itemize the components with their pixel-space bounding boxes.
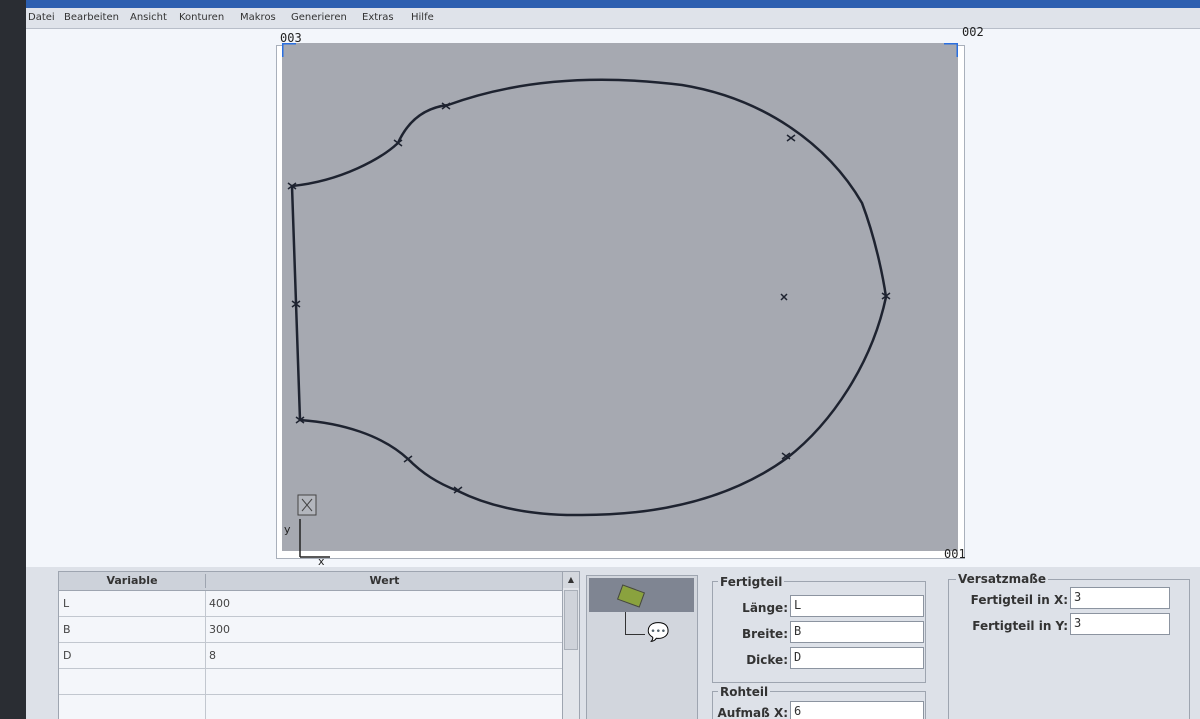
monitor-bezel xyxy=(0,0,26,719)
comment-bubble-icon[interactable]: 💬 xyxy=(647,622,669,643)
contour-outline[interactable] xyxy=(290,78,888,517)
menu-datei[interactable]: Datei xyxy=(28,12,55,23)
variable-value[interactable]: 8 xyxy=(209,649,216,662)
variable-name: B xyxy=(63,623,71,636)
tree-connector xyxy=(625,612,626,634)
column-header-wert[interactable]: Wert xyxy=(206,574,563,587)
menu-ansicht[interactable]: Ansicht xyxy=(130,12,167,23)
variable-value[interactable]: 300 xyxy=(209,623,230,636)
table-row[interactable]: D 8 xyxy=(59,643,563,669)
part-tree: 💬 xyxy=(586,575,698,719)
variable-name: D xyxy=(63,649,72,662)
variable-value[interactable]: 400 xyxy=(209,597,230,610)
versatz-x-input[interactable]: 3 xyxy=(1070,587,1170,609)
menu-makros[interactable]: Makros xyxy=(240,12,276,23)
variable-name: L xyxy=(63,597,70,610)
vertex-marker[interactable] xyxy=(403,455,413,463)
corner-marker-top-right xyxy=(944,43,958,57)
variables-table: Variable Wert L 400 B 300 D 8 xyxy=(58,571,564,719)
laenge-input[interactable]: L xyxy=(790,595,924,617)
table-scrollbar[interactable]: ▲ xyxy=(562,571,580,719)
origin-axes xyxy=(297,494,330,558)
menu-bar: Datei Bearbeiten Ansicht Konturen Makros… xyxy=(26,8,1200,29)
breite-input[interactable]: B xyxy=(790,621,924,643)
dicke-label: Dicke: xyxy=(746,653,788,667)
table-row[interactable] xyxy=(59,669,563,695)
table-row[interactable]: L 400 xyxy=(59,591,563,617)
title-bar xyxy=(26,0,1200,8)
properties-area: Variable Wert L 400 B 300 D 8 ▲ 💬 Fertig… xyxy=(26,567,1200,719)
scroll-thumb[interactable] xyxy=(564,590,578,650)
table-header: Variable Wert xyxy=(59,572,563,591)
versatz-x-label: Fertigteil in X: xyxy=(970,593,1068,607)
versatz-y-input[interactable]: 3 xyxy=(1070,613,1170,635)
menu-hilfe[interactable]: Hilfe xyxy=(411,12,434,23)
tree-item-part-selected[interactable] xyxy=(589,578,694,612)
drawing-workspace: 003 002 001 y x xyxy=(26,25,1200,568)
versatz-y-label: Fertigteil in Y: xyxy=(972,619,1068,633)
aufmass-x-input[interactable]: 6 xyxy=(790,701,924,719)
part-icon xyxy=(616,584,646,608)
contour-drawing xyxy=(282,43,958,517)
aufmass-x-label: Aufmaß X: xyxy=(717,706,788,719)
laenge-label: Länge: xyxy=(742,601,788,615)
corner-label-001: 001 xyxy=(944,547,966,561)
corner-label-002: 002 xyxy=(962,25,984,39)
scroll-up-arrow-icon[interactable]: ▲ xyxy=(563,572,579,588)
drawing-canvas[interactable] xyxy=(282,43,958,551)
versatz-title: Versatzmaße xyxy=(956,572,1049,586)
vertex-marker[interactable] xyxy=(786,134,796,142)
contour-vertices xyxy=(287,102,891,494)
menu-konturen[interactable]: Konturen xyxy=(179,12,224,23)
table-row[interactable]: B 300 xyxy=(59,617,563,643)
tree-connector xyxy=(625,634,645,635)
breite-label: Breite: xyxy=(742,627,788,641)
fertigteil-title: Fertigteil xyxy=(718,575,785,589)
center-marker[interactable] xyxy=(780,293,788,301)
rohteil-title: Rohteil xyxy=(718,685,771,699)
menu-bearbeiten[interactable]: Bearbeiten xyxy=(64,12,119,23)
table-row[interactable] xyxy=(59,695,563,719)
application-window: Datei Bearbeiten Ansicht Konturen Makros… xyxy=(26,0,1200,719)
menu-generieren[interactable]: Generieren xyxy=(291,12,347,23)
corner-marker-top-left xyxy=(282,43,296,57)
column-header-variable[interactable]: Variable xyxy=(59,574,206,588)
menu-extras[interactable]: Extras xyxy=(362,12,394,23)
corner-label-003: 003 xyxy=(280,31,302,45)
y-axis-label: y xyxy=(284,523,291,536)
dicke-input[interactable]: D xyxy=(790,647,924,669)
